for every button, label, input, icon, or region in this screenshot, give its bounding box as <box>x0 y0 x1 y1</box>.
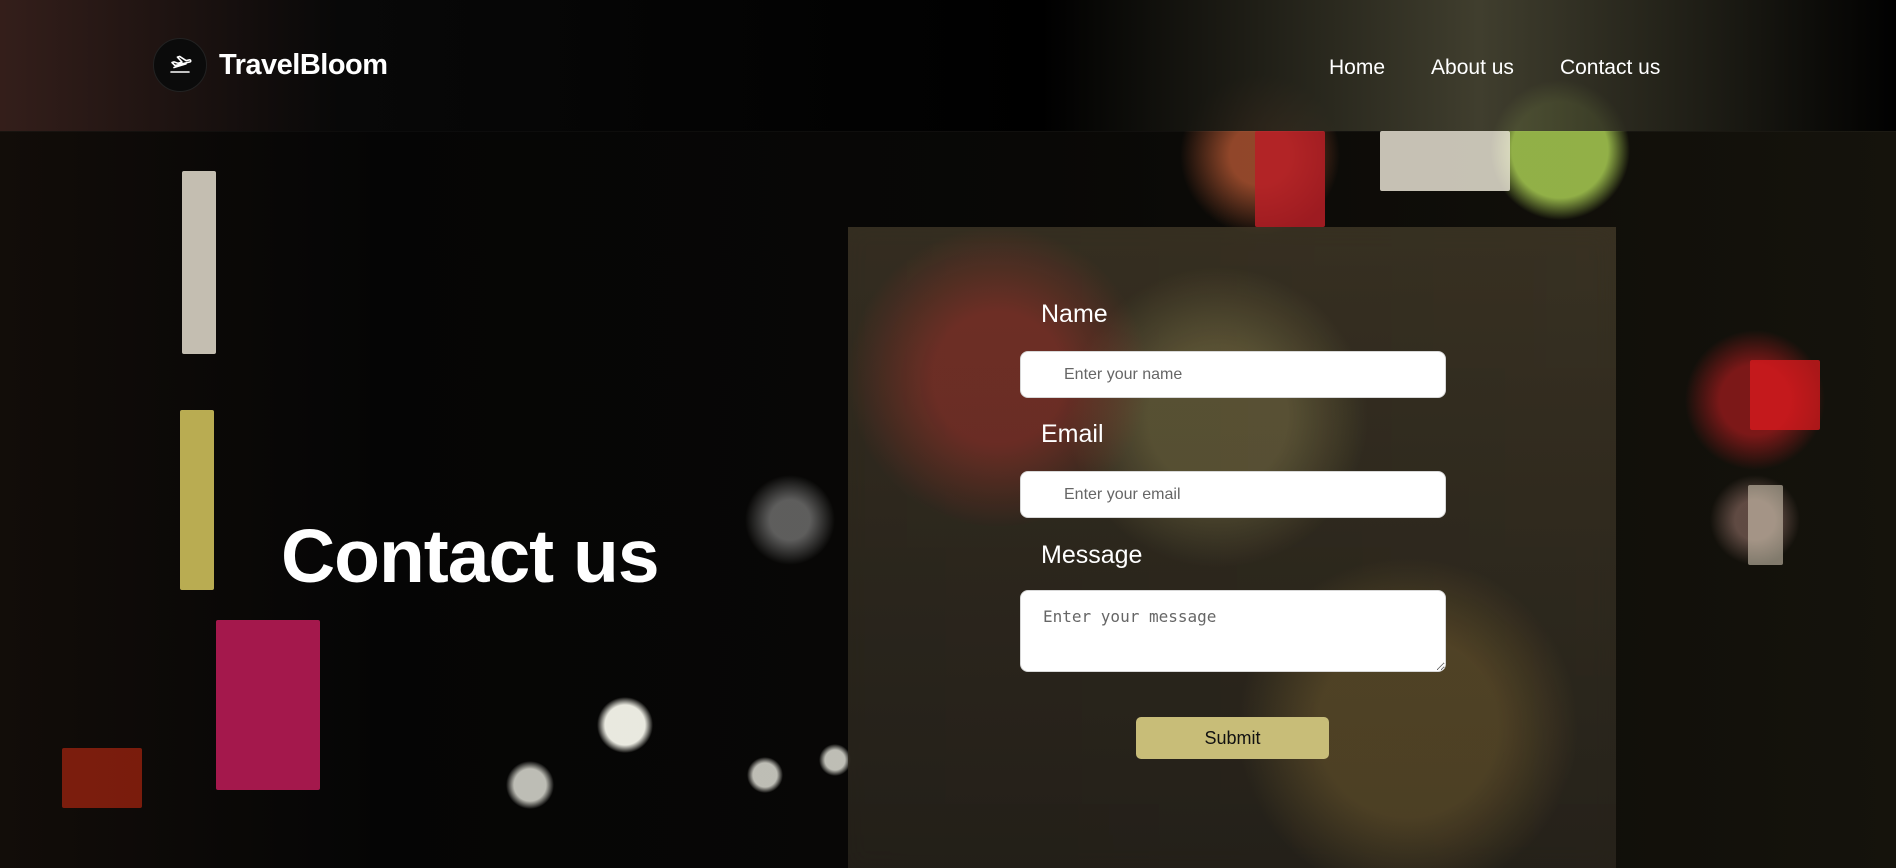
email-label: Email <box>1041 420 1104 448</box>
brand-name: TravelBloom <box>219 48 388 81</box>
nav-about-us-link[interactable]: About us <box>1431 54 1514 82</box>
submit-button[interactable]: Submit <box>1136 717 1329 759</box>
brand-link[interactable]: TravelBloom <box>153 38 388 92</box>
name-input[interactable] <box>1020 351 1446 398</box>
message-textarea[interactable] <box>1020 590 1446 672</box>
top-middle-sign-white <box>1380 131 1510 191</box>
left-neon-sign-red <box>216 620 320 790</box>
top-middle-sign-red <box>1255 131 1325 227</box>
right-neon-sign <box>1750 360 1820 430</box>
email-input[interactable] <box>1020 471 1446 518</box>
name-label: Name <box>1041 300 1108 328</box>
right-small-sign <box>1748 485 1783 565</box>
message-label: Message <box>1041 541 1143 569</box>
contact-form-panel <box>848 227 1616 868</box>
airplane-landing-icon <box>153 38 207 92</box>
left-red-digits <box>62 748 142 808</box>
nav-contact-us-link[interactable]: Contact us <box>1560 54 1660 82</box>
contact-page: TravelBloom Home About us Contact us Con… <box>0 0 1896 868</box>
main-navigation: Home About us Contact us <box>1329 54 1660 82</box>
site-header: TravelBloom Home About us Contact us <box>0 0 1896 131</box>
page-title: Contact us <box>281 514 660 599</box>
left-neon-sign-yellow <box>180 410 214 590</box>
nav-home-link[interactable]: Home <box>1329 54 1385 82</box>
left-neon-sign-white <box>182 171 216 354</box>
